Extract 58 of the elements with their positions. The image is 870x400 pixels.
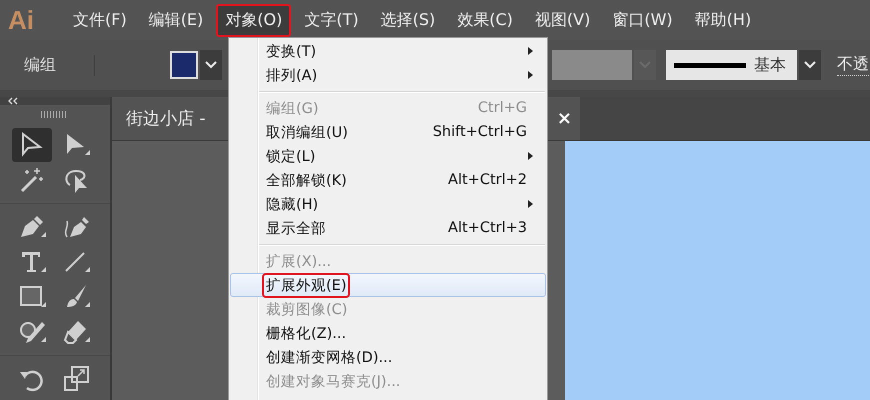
- menu-bar-item[interactable]: 对象(O): [216, 4, 292, 36]
- chevron-down-icon: [205, 61, 217, 69]
- menu-item-label: 锁定(L): [265, 148, 316, 166]
- menu-item[interactable]: 全部解锁(K) Alt+Ctrl+2: [230, 168, 546, 192]
- menu-item[interactable]: 显示全部 Alt+Ctrl+3: [230, 216, 546, 240]
- menu-bar-item[interactable]: 视图(V): [526, 4, 600, 36]
- shortcut-text: Alt+Ctrl+3: [448, 220, 527, 236]
- submenu-arrow-icon: [528, 200, 533, 208]
- menu-item-label: 取消编组(U): [265, 124, 349, 142]
- fill-color-swatch[interactable]: [170, 51, 198, 79]
- menu-item-label: 扩展(X)...: [265, 252, 332, 272]
- menu-item-label: 裁剪图像(C): [265, 300, 348, 320]
- menu-item[interactable]: 锁定(L): [230, 144, 546, 168]
- menu-bar-item[interactable]: 文字(T): [295, 4, 368, 36]
- menu-bar-item[interactable]: 帮助(H): [686, 4, 760, 36]
- menu-item[interactable]: 变换(T): [230, 39, 546, 63]
- opacity-label[interactable]: 不透: [837, 54, 869, 76]
- menu-item-label: 显示全部: [265, 220, 327, 238]
- menu-item-label: 排列(A): [265, 66, 318, 86]
- scale-tool-icon: [61, 364, 91, 394]
- menu-bar-item[interactable]: 窗口(W): [603, 4, 682, 36]
- submenu-arrow-icon: [528, 71, 533, 79]
- chevron-down-icon: [804, 61, 816, 69]
- submenu-arrow-icon: [528, 47, 533, 55]
- menu-item[interactable]: 栅格化(Z)...: [230, 321, 546, 345]
- close-tab-button[interactable]: ×: [556, 108, 572, 129]
- selection-type-label: 编组: [24, 54, 95, 76]
- fill-dropdown-button[interactable]: [200, 50, 222, 80]
- menu-item-label: 栅格化(Z)...: [265, 324, 348, 344]
- menu-bar-item[interactable]: 选择(S): [372, 4, 444, 36]
- menu-bar-item[interactable]: 文件(F): [64, 4, 136, 36]
- stroke-profile-text: 基本: [754, 54, 786, 76]
- menu-item[interactable]: 创建渐变网格(D)...: [230, 345, 546, 369]
- menu-item[interactable]: 排列(A): [230, 63, 546, 87]
- menu-bar-item[interactable]: 编辑(E): [140, 4, 212, 36]
- menu-item[interactable]: 取消编组(U) Shift+Ctrl+G: [230, 120, 546, 144]
- stroke-profile-field[interactable]: 基本: [666, 50, 797, 80]
- menu-bar-item[interactable]: 效果(C): [448, 4, 522, 36]
- tool-button[interactable]: [12, 128, 52, 162]
- grip-icon[interactable]: [41, 111, 69, 118]
- menu-item-label: 扩展外观(E): [262, 272, 350, 298]
- collapse-icon[interactable]: [8, 97, 18, 105]
- app-logo: Ai: [8, 4, 35, 36]
- shortcut-text: Alt+Ctrl+2: [448, 172, 527, 188]
- profile-dropdown-button[interactable]: [799, 50, 821, 80]
- menu-item-label: 创建对象马赛克(J)...: [265, 372, 402, 392]
- menu-item-label: 创建渐变网格(D)...: [265, 348, 394, 368]
- menu-item-label: 隐藏(H): [265, 196, 320, 214]
- shortcut-text: Shift+Ctrl+G: [432, 124, 527, 140]
- menu-item-label: 全部解锁(K): [265, 172, 348, 190]
- stroke-field[interactable]: [552, 50, 632, 80]
- menu-item-label: 变换(T): [265, 42, 318, 62]
- submenu-arrow-icon: [528, 152, 533, 160]
- menu-item-label: 编组(G): [265, 100, 320, 118]
- shortcut-text: Ctrl+G: [478, 100, 527, 116]
- menu-item[interactable]: 隐藏(H): [230, 192, 546, 216]
- menu-item[interactable]: 扩展外观(E): [230, 273, 546, 297]
- document-title: 街边小店 -: [126, 108, 206, 130]
